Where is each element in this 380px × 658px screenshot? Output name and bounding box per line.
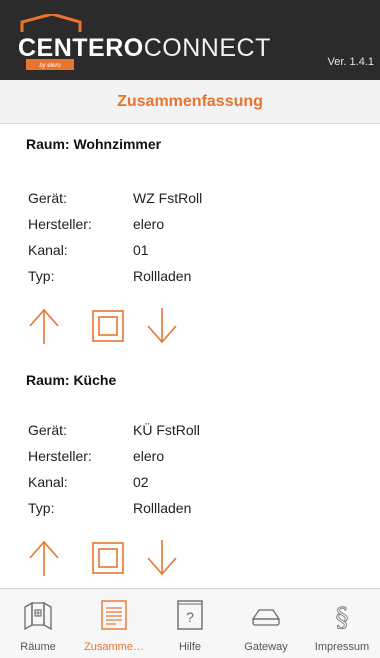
logo-byline: by elero — [39, 63, 61, 69]
stop-icon[interactable] — [86, 536, 130, 580]
tab-imprint-label: Impressum — [314, 641, 370, 653]
type-row: Typ: Rollladen — [28, 500, 191, 516]
centero-connect-logo: CENTEROCONNECT by elero — [14, 14, 270, 70]
tab-help[interactable]: ? Hilfe — [152, 589, 228, 658]
manufacturer-row: Hersteller: elero — [28, 448, 164, 464]
shutter-controls — [22, 304, 182, 348]
room-title: Raum: Wohnzimmer — [26, 136, 162, 152]
device-row: Gerät: WZ FstRoll — [28, 190, 202, 206]
app-version: Ver. 1.4.1 — [327, 56, 374, 68]
room-title: Raum: Küche — [26, 372, 117, 388]
arrow-down-icon[interactable] — [140, 304, 184, 348]
tab-summary[interactable]: Zusamme… — [76, 589, 152, 658]
type-value: Rollladen — [133, 268, 192, 284]
manufacturer-row: Hersteller: elero — [28, 216, 164, 232]
help-icon: ? — [177, 600, 203, 630]
svg-text:§: § — [336, 603, 349, 631]
logo-light-text: CONNECT — [143, 34, 271, 62]
tab-summary-label: Zusamme… — [84, 641, 144, 653]
stop-icon[interactable] — [86, 304, 130, 348]
page-title: Zusammenfassung — [117, 92, 263, 110]
rooms-icon — [24, 601, 52, 631]
arrow-up-icon[interactable] — [22, 536, 66, 580]
title-bar: Zusammenfassung — [0, 80, 380, 124]
logo-bold-text: CENTERO — [18, 34, 144, 62]
device-label: Gerät: — [28, 422, 67, 438]
channel-label: Kanal: — [28, 242, 68, 258]
channel-row: Kanal: 02 — [28, 474, 149, 490]
tab-bar: Räume Zusamme… ? Hilfe Gateway § Impress… — [0, 588, 380, 658]
type-value: Rollladen — [133, 500, 192, 516]
summary-content[interactable]: Raum: Wohnzimmer Gerät: WZ FstRoll Herste… — [0, 124, 380, 588]
manufacturer-label: Hersteller: — [28, 448, 92, 464]
gateway-icon — [251, 609, 281, 626]
manufacturer-value: elero — [133, 216, 165, 232]
tab-gateway-label: Gateway — [244, 641, 288, 653]
arrow-up-icon[interactable] — [22, 304, 66, 348]
type-row: Typ: Rollladen — [28, 268, 191, 284]
device-label: Gerät: — [28, 190, 67, 206]
summary-icon — [101, 600, 127, 630]
channel-label: Kanal: — [28, 474, 68, 490]
tab-rooms-label: Räume — [20, 641, 56, 653]
tab-gateway[interactable]: Gateway — [228, 589, 304, 658]
arrow-down-icon[interactable] — [140, 536, 184, 580]
tab-imprint[interactable]: § Impressum — [304, 589, 380, 658]
tab-help-label: Hilfe — [178, 641, 201, 653]
app-header: CENTEROCONNECT by elero Ver. 1.4.1 — [0, 0, 380, 80]
type-label: Typ: — [28, 268, 55, 284]
shutter-controls — [22, 536, 182, 580]
manufacturer-value: elero — [133, 448, 165, 464]
channel-value: 01 — [133, 242, 149, 258]
type-label: Typ: — [28, 500, 55, 516]
paragraph-icon: § — [335, 603, 349, 631]
channel-value: 02 — [133, 474, 149, 490]
svg-text:?: ? — [186, 609, 194, 625]
device-row: Gerät: KÜ FstRoll — [28, 422, 200, 438]
tab-rooms[interactable]: Räume — [0, 589, 76, 658]
device-value: WZ FstRoll — [133, 190, 203, 206]
device-value: KÜ FstRoll — [133, 422, 200, 438]
manufacturer-label: Hersteller: — [28, 216, 92, 232]
channel-row: Kanal: 01 — [28, 242, 149, 258]
